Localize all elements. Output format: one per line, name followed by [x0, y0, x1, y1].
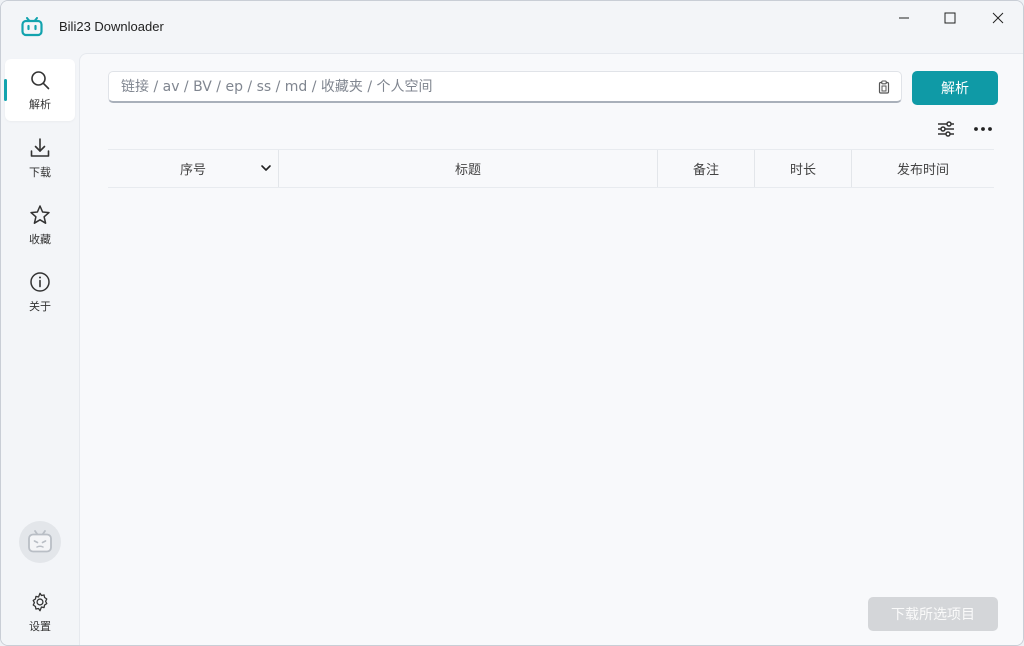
column-label: 序号 [179, 163, 206, 178]
filter-settings-button[interactable] [935, 118, 957, 140]
sidebar-item-parse[interactable]: 解析 [4, 59, 75, 121]
bilibili-logo-icon [21, 17, 43, 37]
more-icon [974, 127, 992, 131]
column-label: 发布时间 [896, 163, 949, 178]
column-header-index[interactable]: 序号 [108, 150, 278, 187]
sidebar: 解析 下载 收藏 关于 设置 [1, 53, 79, 645]
minimize-icon [899, 17, 909, 19]
main-content: 解析 序号 [79, 53, 1023, 645]
maximize-icon [944, 12, 956, 24]
minimize-button[interactable] [881, 1, 927, 35]
more-options-button[interactable] [972, 118, 994, 140]
column-label: 标题 [454, 163, 481, 178]
sidebar-item-label: 关于 [29, 299, 51, 313]
url-input[interactable] [109, 72, 883, 102]
column-header-title[interactable]: 标题 [278, 150, 657, 187]
window-title: Bili23 Downloader [59, 19, 164, 34]
clipboard-icon[interactable] [877, 80, 891, 94]
star-icon [30, 204, 50, 224]
sidebar-item-label: 下载 [29, 165, 51, 179]
sidebar-item-about[interactable]: 关于 [5, 261, 75, 323]
download-icon [30, 137, 50, 157]
column-label: 备注 [692, 163, 719, 178]
maximize-button[interactable] [927, 1, 973, 35]
app-window: Bili23 Downloader 解析 下载 收藏 关于 设置 链接 / av… [0, 0, 1024, 646]
download-selected-button[interactable]: 下载所选项目 [868, 597, 998, 631]
title-bar: Bili23 Downloader [1, 1, 1023, 53]
sidebar-item-label: 设置 [29, 619, 51, 633]
url-input-box [108, 71, 902, 103]
active-indicator [4, 79, 7, 101]
close-icon [992, 12, 1004, 24]
tune-icon [938, 121, 954, 137]
sidebar-item-label: 收藏 [29, 232, 51, 246]
parse-button[interactable]: 解析 [912, 71, 998, 105]
column-header-note[interactable]: 备注 [657, 150, 754, 187]
sidebar-item-favorites[interactable]: 收藏 [5, 194, 75, 256]
sidebar-item-settings[interactable]: 设置 [5, 581, 75, 643]
close-button[interactable] [975, 1, 1021, 35]
search-icon [31, 70, 50, 89]
sidebar-item-label: 解析 [29, 97, 51, 111]
column-label: 时长 [789, 163, 816, 178]
gear-icon [32, 592, 48, 611]
table-header: 序号 标题 备注 时长 发布时间 [108, 149, 994, 188]
bilibili-tv-avatar-icon [28, 530, 52, 553]
column-header-publish-time[interactable]: 发布时间 [851, 150, 994, 187]
avatar[interactable] [19, 521, 61, 563]
chevron-down-icon[interactable] [260, 162, 272, 174]
sidebar-item-download[interactable]: 下载 [5, 127, 75, 189]
column-header-duration[interactable]: 时长 [754, 150, 851, 187]
info-icon [30, 271, 50, 292]
